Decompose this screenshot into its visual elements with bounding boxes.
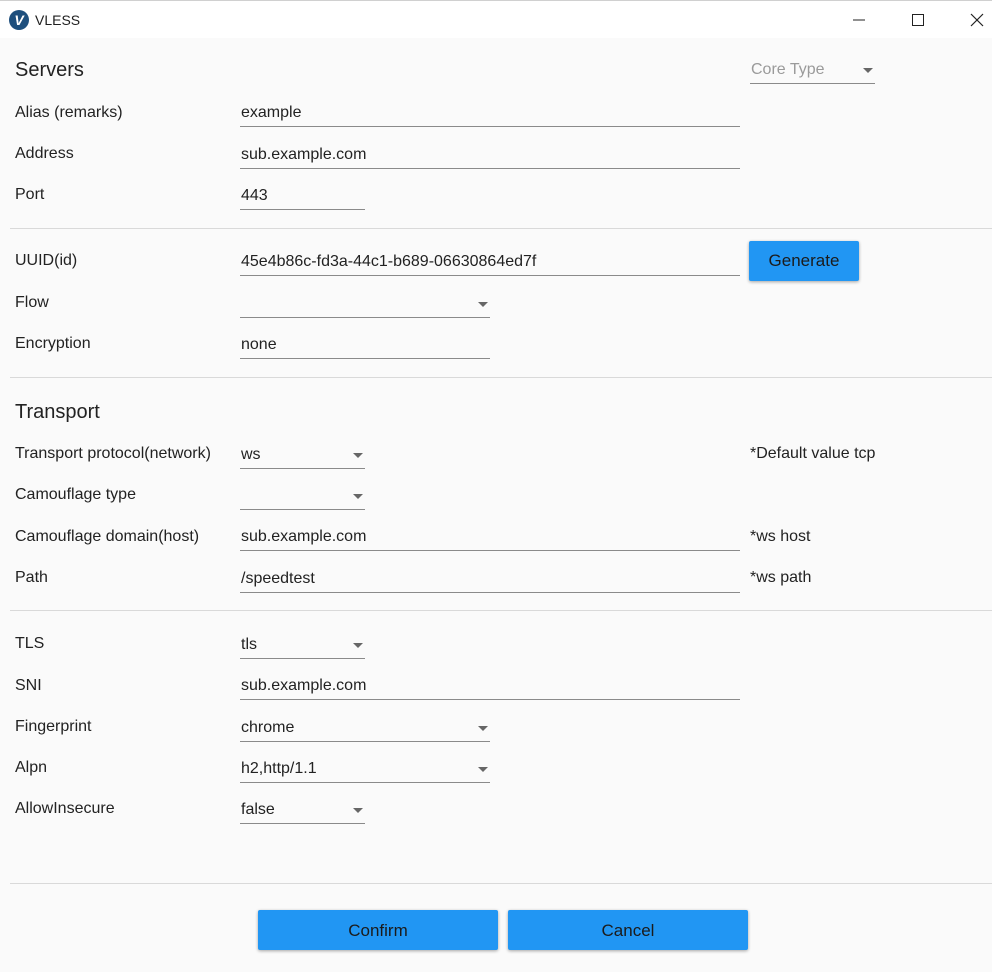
chevron-down-icon [478, 302, 488, 307]
alias-value: example [241, 104, 302, 121]
port-input[interactable]: 443 [240, 184, 365, 210]
sni-input[interactable]: sub.example.com [240, 674, 740, 700]
close-icon [970, 13, 984, 27]
host-hint: *ws host [750, 528, 811, 545]
uuid-value: 45e4b86c-fd3a-44c1-b689-06630864ed7f [241, 253, 537, 270]
sni-value: sub.example.com [241, 677, 367, 694]
alpn-label: Alpn [15, 759, 48, 776]
divider [10, 377, 992, 378]
alpn-value: h2,http/1.1 [241, 760, 317, 777]
host-value: sub.example.com [241, 528, 367, 545]
fingerprint-value: chrome [241, 719, 295, 736]
divider [10, 610, 992, 611]
generate-button[interactable]: Generate [749, 241, 859, 281]
fingerprint-select[interactable]: chrome [240, 716, 490, 742]
encryption-input[interactable]: none [240, 333, 490, 359]
chevron-down-icon [478, 767, 488, 772]
path-hint: *ws path [750, 569, 812, 586]
network-hint: *Default value tcp [750, 445, 876, 462]
uuid-label: UUID(id) [15, 252, 78, 269]
minimize-icon [853, 19, 865, 21]
chevron-down-icon [353, 643, 363, 648]
alias-input[interactable]: example [240, 101, 740, 127]
fingerprint-label: Fingerprint [15, 718, 92, 735]
allow-insecure-value: false [241, 801, 275, 818]
flow-label: Flow [15, 294, 49, 311]
chevron-down-icon [353, 808, 363, 813]
path-value: /speedtest [241, 570, 315, 587]
chevron-down-icon [863, 68, 873, 73]
chevron-down-icon [353, 494, 363, 499]
divider [10, 883, 992, 884]
network-value: ws [241, 446, 261, 463]
chevron-down-icon [353, 453, 363, 458]
port-label: Port [15, 186, 45, 203]
cancel-button[interactable]: Cancel [508, 910, 748, 950]
tls-select[interactable]: tls [240, 633, 365, 659]
title-bar: V VLESS [0, 0, 992, 38]
allow-insecure-label: AllowInsecure [15, 800, 115, 817]
flow-select[interactable] [240, 292, 490, 318]
network-label: Transport protocol(network) [15, 445, 211, 462]
address-value: sub.example.com [241, 146, 367, 163]
encryption-label: Encryption [15, 335, 91, 352]
port-value: 443 [241, 187, 268, 204]
address-input[interactable]: sub.example.com [240, 143, 740, 169]
tls-value: tls [241, 636, 257, 653]
maximize-icon [912, 14, 924, 26]
network-select[interactable]: ws [240, 443, 365, 469]
path-label: Path [15, 569, 48, 586]
transport-section-title: Transport [15, 401, 100, 423]
core-type-select[interactable]: Core Type [750, 58, 875, 84]
core-type-placeholder: Core Type [751, 61, 825, 78]
servers-section-title: Servers [15, 59, 84, 81]
address-label: Address [15, 145, 74, 162]
confirm-button[interactable]: Confirm [258, 910, 498, 950]
uuid-input[interactable]: 45e4b86c-fd3a-44c1-b689-06630864ed7f [240, 250, 740, 276]
maximize-button[interactable] [895, 1, 941, 39]
close-button[interactable] [954, 1, 992, 39]
minimize-button[interactable] [836, 1, 882, 39]
camouflage-type-label: Camouflage type [15, 486, 136, 503]
encryption-value: none [241, 336, 277, 353]
alpn-select[interactable]: h2,http/1.1 [240, 757, 490, 783]
allow-insecure-select[interactable]: false [240, 798, 365, 824]
app-logo-icon: V [9, 10, 29, 30]
chevron-down-icon [478, 726, 488, 731]
camouflage-type-select[interactable] [240, 484, 365, 510]
host-input[interactable]: sub.example.com [240, 525, 740, 551]
divider [10, 228, 992, 229]
window-title: VLESS [35, 12, 81, 28]
host-label: Camouflage domain(host) [15, 528, 200, 545]
tls-label: TLS [15, 635, 45, 652]
path-input[interactable]: /speedtest [240, 567, 740, 593]
alias-label: Alias (remarks) [15, 104, 123, 121]
sni-label: SNI [15, 677, 42, 694]
